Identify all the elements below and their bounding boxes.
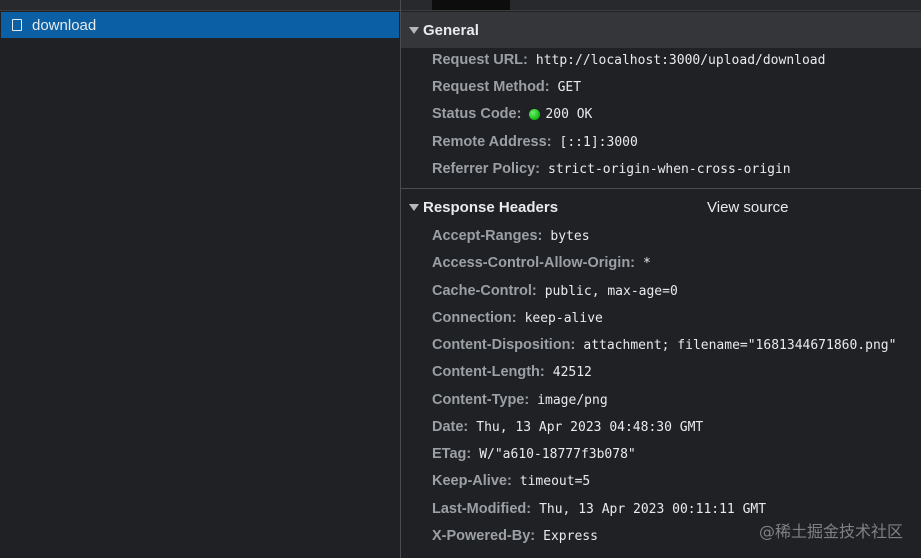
header-key: ETag: [432,446,472,462]
header-value: attachment; filename="1681344671860.png" [583,337,897,353]
header-key: X-Powered-By: [432,528,536,544]
header-key: Access-Control-Allow-Origin: [432,255,636,271]
watermark: @稀土掘金技术社区 [758,522,903,541]
document-icon [12,19,22,31]
header-value: GET [557,79,582,95]
header-value: Express [543,528,598,544]
general-row-request-method: Request Method: GET [432,76,581,98]
header-key: Status Code: [432,106,522,122]
general-title: General [423,21,479,39]
request-row-download[interactable]: download [1,12,399,38]
header-value: * [643,255,651,271]
header-key: Accept-Ranges: [432,228,543,244]
tab-selected[interactable] [432,0,510,10]
expand-triangle-icon[interactable] [409,26,419,34]
header-key: Content-Disposition: [432,337,576,353]
request-list: download [0,0,400,558]
response-row-accept-ranges: Accept-Ranges: bytes [432,225,590,247]
request-name: download [32,16,97,34]
header-key: Last-Modified: [432,501,532,517]
details-tab-bar [401,0,921,11]
header-key: Request Method: [432,79,550,95]
response-row-date: Date: Thu, 13 Apr 2023 04:48:30 GMT [432,416,703,438]
response-row-etag: ETag: W/"a610-18777f3b078" [432,443,636,465]
view-source-link[interactable]: View source [707,199,788,216]
expand-triangle-icon[interactable] [409,203,419,211]
response-headers-section-header[interactable]: Response Headers View source [401,188,921,225]
header-value: timeout=5 [519,473,591,489]
request-list-header [0,0,400,11]
header-key: Connection: [432,310,517,326]
header-value: Thu, 13 Apr 2023 04:48:30 GMT [476,419,704,435]
status-ok-icon [529,108,541,120]
header-value: strict-origin-when-cross-origin [548,161,791,177]
response-row-last-modified: Last-Modified: Thu, 13 Apr 2023 00:11:11… [432,498,766,520]
general-row-status-code: Status Code: 200 OK [432,103,592,125]
header-value: Thu, 13 Apr 2023 00:11:11 GMT [539,501,767,517]
header-key: Remote Address: [432,134,552,150]
header-key: Cache-Control: [432,283,537,299]
devtools-network-panel: download General Request URL: http://loc… [0,0,921,558]
response-row-access-control-allow-origin: Access-Control-Allow-Origin: * [432,252,651,274]
header-key: Keep-Alive: [432,473,512,489]
header-value: image/png [537,392,608,408]
response-row-cache-control: Cache-Control: public, max-age=0 [432,280,678,302]
general-row-referrer-policy: Referrer Policy: strict-origin-when-cros… [432,158,791,180]
header-value: [::1]:3000 [559,134,638,150]
header-value: W/"a610-18777f3b078" [479,446,636,462]
response-row-x-powered-by: X-Powered-By: Express [432,525,598,547]
header-key: Referrer Policy: [432,161,540,177]
header-value: 42512 [552,364,592,380]
header-value: public, max-age=0 [544,283,678,299]
general-row-remote-address: Remote Address: [::1]:3000 [432,131,638,153]
header-value: 200 OK [545,106,593,122]
response-row-connection: Connection: keep-alive [432,307,603,329]
header-value: bytes [550,228,590,244]
response-row-content-length: Content-Length: 42512 [432,361,592,383]
header-key: Request URL: [432,52,528,68]
response-row-content-disposition: Content-Disposition: attachment; filenam… [432,334,896,356]
general-row-request-url: Request URL: http://localhost:3000/uploa… [432,49,825,71]
request-details: General Request URL: http://localhost:30… [401,0,921,558]
header-key: Date: [432,419,469,435]
response-row-keep-alive: Keep-Alive: timeout=5 [432,470,590,492]
header-value: keep-alive [524,310,603,326]
header-value: http://localhost:3000/upload/download [535,52,826,68]
response-row-content-type: Content-Type: image/png [432,389,608,411]
general-section-header[interactable]: General [401,12,921,48]
header-key: Content-Type: [432,392,530,408]
header-key: Content-Length: [432,364,545,380]
response-headers-title: Response Headers [423,198,559,216]
